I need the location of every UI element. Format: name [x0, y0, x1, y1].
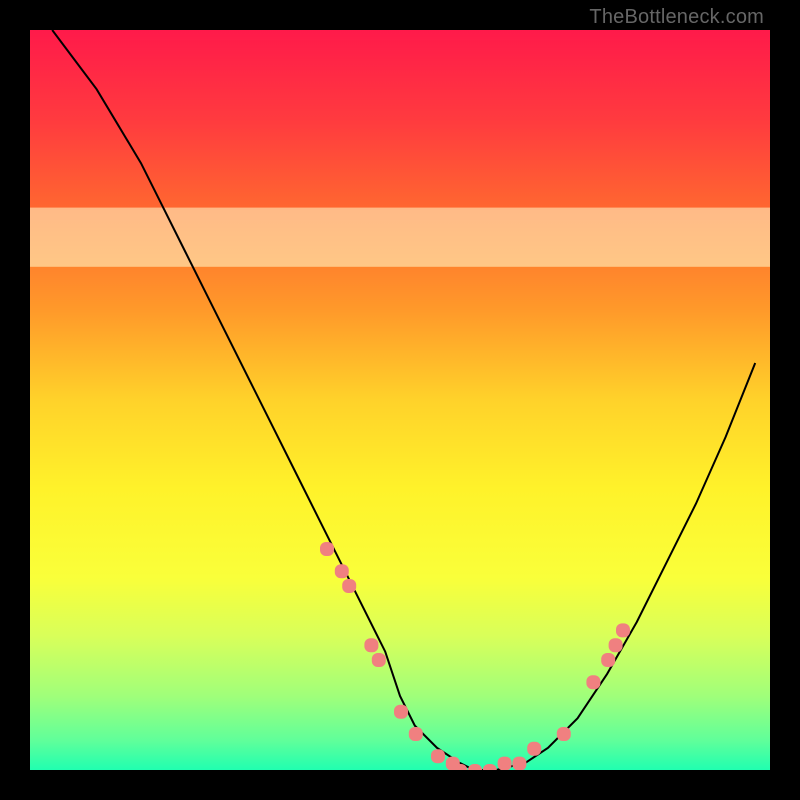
highlight-band: [30, 208, 770, 267]
sample-point: [335, 564, 349, 578]
chart-plot: [30, 30, 770, 770]
sample-point: [609, 638, 623, 652]
sample-point: [394, 705, 408, 719]
sample-point: [372, 653, 386, 667]
sample-point: [409, 727, 423, 741]
sample-point: [431, 749, 445, 763]
sample-point: [527, 742, 541, 756]
gradient-background: [30, 30, 770, 770]
sample-point: [557, 727, 571, 741]
sample-point: [364, 638, 378, 652]
watermark-text: TheBottleneck.com: [589, 6, 764, 29]
sample-point: [586, 675, 600, 689]
chart-frame: TheBottleneck.com: [0, 0, 800, 800]
sample-point: [320, 542, 334, 556]
sample-point: [601, 653, 615, 667]
sample-point: [616, 623, 630, 637]
sample-point: [512, 757, 526, 770]
sample-point: [498, 757, 512, 770]
sample-point: [342, 579, 356, 593]
